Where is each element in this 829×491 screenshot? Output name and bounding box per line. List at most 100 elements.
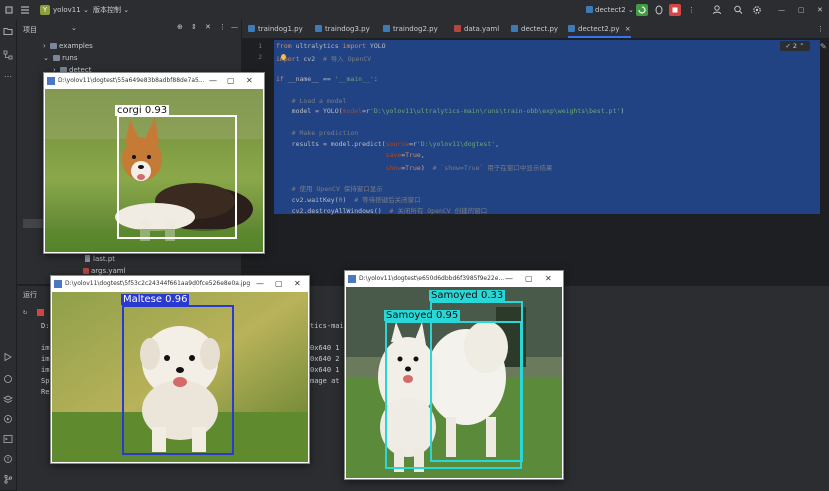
- python-file-icon: [586, 6, 593, 13]
- inspection-count: 2: [792, 42, 798, 50]
- inspection-widget[interactable]: ✓ 2 ⌃: [780, 41, 810, 51]
- image-window-corgi[interactable]: D:\yolov11\dogtest\55a649e83b8adbf88de7a…: [43, 72, 265, 254]
- minimize-icon[interactable]: —: [256, 276, 264, 292]
- project-name: yolov11: [53, 6, 81, 14]
- vcs-menu[interactable]: 版本控制 ⌄: [93, 0, 129, 20]
- close-icon[interactable]: ×: [625, 25, 631, 33]
- folder-icon: [50, 43, 58, 49]
- more-icon[interactable]: ⋮: [219, 23, 226, 31]
- image-window-maltese[interactable]: D:\yolov11\dogtest\5f53c2c24344f661aa9d0…: [50, 275, 310, 464]
- layers-icon[interactable]: [3, 394, 13, 404]
- chevron-down-icon: ⌄: [43, 54, 49, 62]
- more-actions-icon[interactable]: ⋮: [688, 0, 695, 20]
- code-line: from ultralytics import YOLO: [276, 42, 386, 50]
- close-icon[interactable]: ✕: [294, 276, 301, 292]
- terminal-icon[interactable]: [3, 434, 13, 444]
- code-line: # Make prediction: [291, 129, 359, 137]
- folder-icon[interactable]: [3, 26, 13, 36]
- tab-label: traindog2.py: [393, 25, 438, 33]
- problems-icon[interactable]: [3, 454, 13, 464]
- run-icon[interactable]: [3, 352, 13, 362]
- settings-icon[interactable]: [752, 0, 762, 20]
- code-line: model = YOLO(model=r'D:\yolov11\ultralyt…: [276, 107, 625, 115]
- locate-icon[interactable]: ⊕: [177, 23, 183, 31]
- project-panel-header: 项目: [23, 26, 37, 34]
- code-line: cv2.waitKey(0) # 等待按键后关闭窗口: [276, 196, 421, 204]
- user-icon[interactable]: [712, 0, 722, 20]
- tab-traindog1[interactable]: traindog1.py: [248, 20, 303, 38]
- code-line: results = model.predict(source=r'D:\yolo…: [276, 140, 500, 148]
- detection-label: Samoyed 0.95: [384, 310, 461, 321]
- hide-icon[interactable]: —: [231, 23, 238, 31]
- stop-icon[interactable]: [37, 309, 44, 316]
- yaml-file-icon: [83, 268, 89, 274]
- activity-bar: …: [0, 20, 17, 490]
- debug-icon[interactable]: [654, 0, 664, 20]
- window-title-bar[interactable]: D:\yolov11\dogtest\5f53c2c24344f661aa9d0…: [51, 276, 309, 292]
- rerun-icon[interactable]: ↻: [23, 308, 27, 316]
- expand-icon[interactable]: ⇕: [191, 23, 197, 31]
- yaml-file-icon: [454, 25, 461, 32]
- chevron-down-icon: ⌄: [82, 6, 89, 14]
- project-selector[interactable]: Yyolov11 ⌄: [40, 0, 89, 20]
- more-icon[interactable]: ⋮: [817, 20, 824, 38]
- minimize-icon[interactable]: —: [209, 73, 217, 89]
- bounding-box: [122, 305, 234, 455]
- plugins-icon[interactable]: [3, 374, 13, 384]
- rerun-button[interactable]: [636, 4, 648, 16]
- console-line: D:: [41, 322, 50, 330]
- window-title: D:\yolov11\dogtest\55a649e83b8adbf88de7a…: [58, 77, 205, 84]
- line-number: 2: [258, 53, 262, 61]
- close-icon[interactable]: ✕: [817, 0, 823, 20]
- chevron-down-icon: ⌄: [123, 6, 130, 14]
- tab-label: traindog3.py: [325, 25, 370, 33]
- search-icon[interactable]: [733, 0, 743, 20]
- tab-data-yaml[interactable]: data.yaml: [454, 20, 499, 38]
- chevron-down-icon: ⌄: [627, 6, 634, 14]
- tree-item-label: args.yaml: [91, 267, 126, 275]
- tree-item-args-yaml[interactable]: args.yaml: [83, 267, 126, 275]
- console-line: 0x640 2 S: [310, 355, 348, 363]
- folder-icon: [53, 55, 61, 61]
- project-badge: Y: [40, 5, 50, 15]
- image-window-samoyed[interactable]: D:\yolov11\dogtest\e650d6dbbd6f3985f9e22…: [344, 270, 564, 480]
- more-icon[interactable]: …: [3, 70, 13, 80]
- tab-dectect[interactable]: dectect.py: [511, 20, 558, 38]
- detection-image: Maltese 0.96: [52, 292, 308, 462]
- chevron-down-icon[interactable]: ⌄: [71, 24, 77, 32]
- minimize-icon[interactable]: —: [505, 271, 513, 287]
- run-config-selector[interactable]: dectect2 ⌄: [586, 0, 634, 20]
- tree-item-runs[interactable]: ⌄ runs: [43, 54, 78, 62]
- tab-dectect2[interactable]: dectect2.py ×: [568, 20, 631, 38]
- chevron-right-icon: ›: [43, 42, 46, 50]
- ai-assistant-icon[interactable]: ✎: [820, 42, 827, 51]
- run-config-name: dectect2: [595, 6, 626, 14]
- tree-item-examples[interactable]: › examples: [43, 42, 93, 50]
- tab-traindog2[interactable]: traindog2.py: [383, 20, 438, 38]
- stop-button[interactable]: [669, 4, 681, 16]
- services-icon[interactable]: [3, 414, 13, 424]
- cursor-icon: [281, 54, 286, 60]
- close-icon[interactable]: ✕: [246, 73, 253, 89]
- maximize-icon[interactable]: ▢: [798, 0, 805, 20]
- git-icon[interactable]: [3, 474, 13, 484]
- tab-label: dectect.py: [521, 25, 559, 33]
- bounding-box: [117, 115, 237, 239]
- minimize-icon[interactable]: —: [778, 0, 785, 20]
- hamburger-menu-icon[interactable]: [20, 0, 30, 20]
- app-logo-icon[interactable]: [4, 0, 14, 20]
- detection-label: Samoyed 0.33: [429, 290, 506, 301]
- tree-item-label: runs: [62, 54, 78, 62]
- file-icon: [85, 255, 90, 262]
- console-line: 0x640 1 M: [310, 366, 348, 374]
- close-icon[interactable]: ✕: [545, 271, 552, 287]
- collapse-icon[interactable]: ✕: [205, 23, 211, 31]
- tree-item-last-pt[interactable]: last.pt: [85, 255, 115, 263]
- maximize-icon[interactable]: ▢: [275, 276, 283, 292]
- maximize-icon[interactable]: ▢: [525, 271, 533, 287]
- structure-icon[interactable]: [3, 50, 13, 60]
- tab-traindog3[interactable]: traindog3.py: [315, 20, 370, 38]
- window-title: D:\yolov11\dogtest\5f53c2c24344f661aa9d0…: [65, 280, 251, 287]
- maximize-icon[interactable]: ▢: [227, 73, 235, 89]
- console-line: im: [41, 344, 50, 352]
